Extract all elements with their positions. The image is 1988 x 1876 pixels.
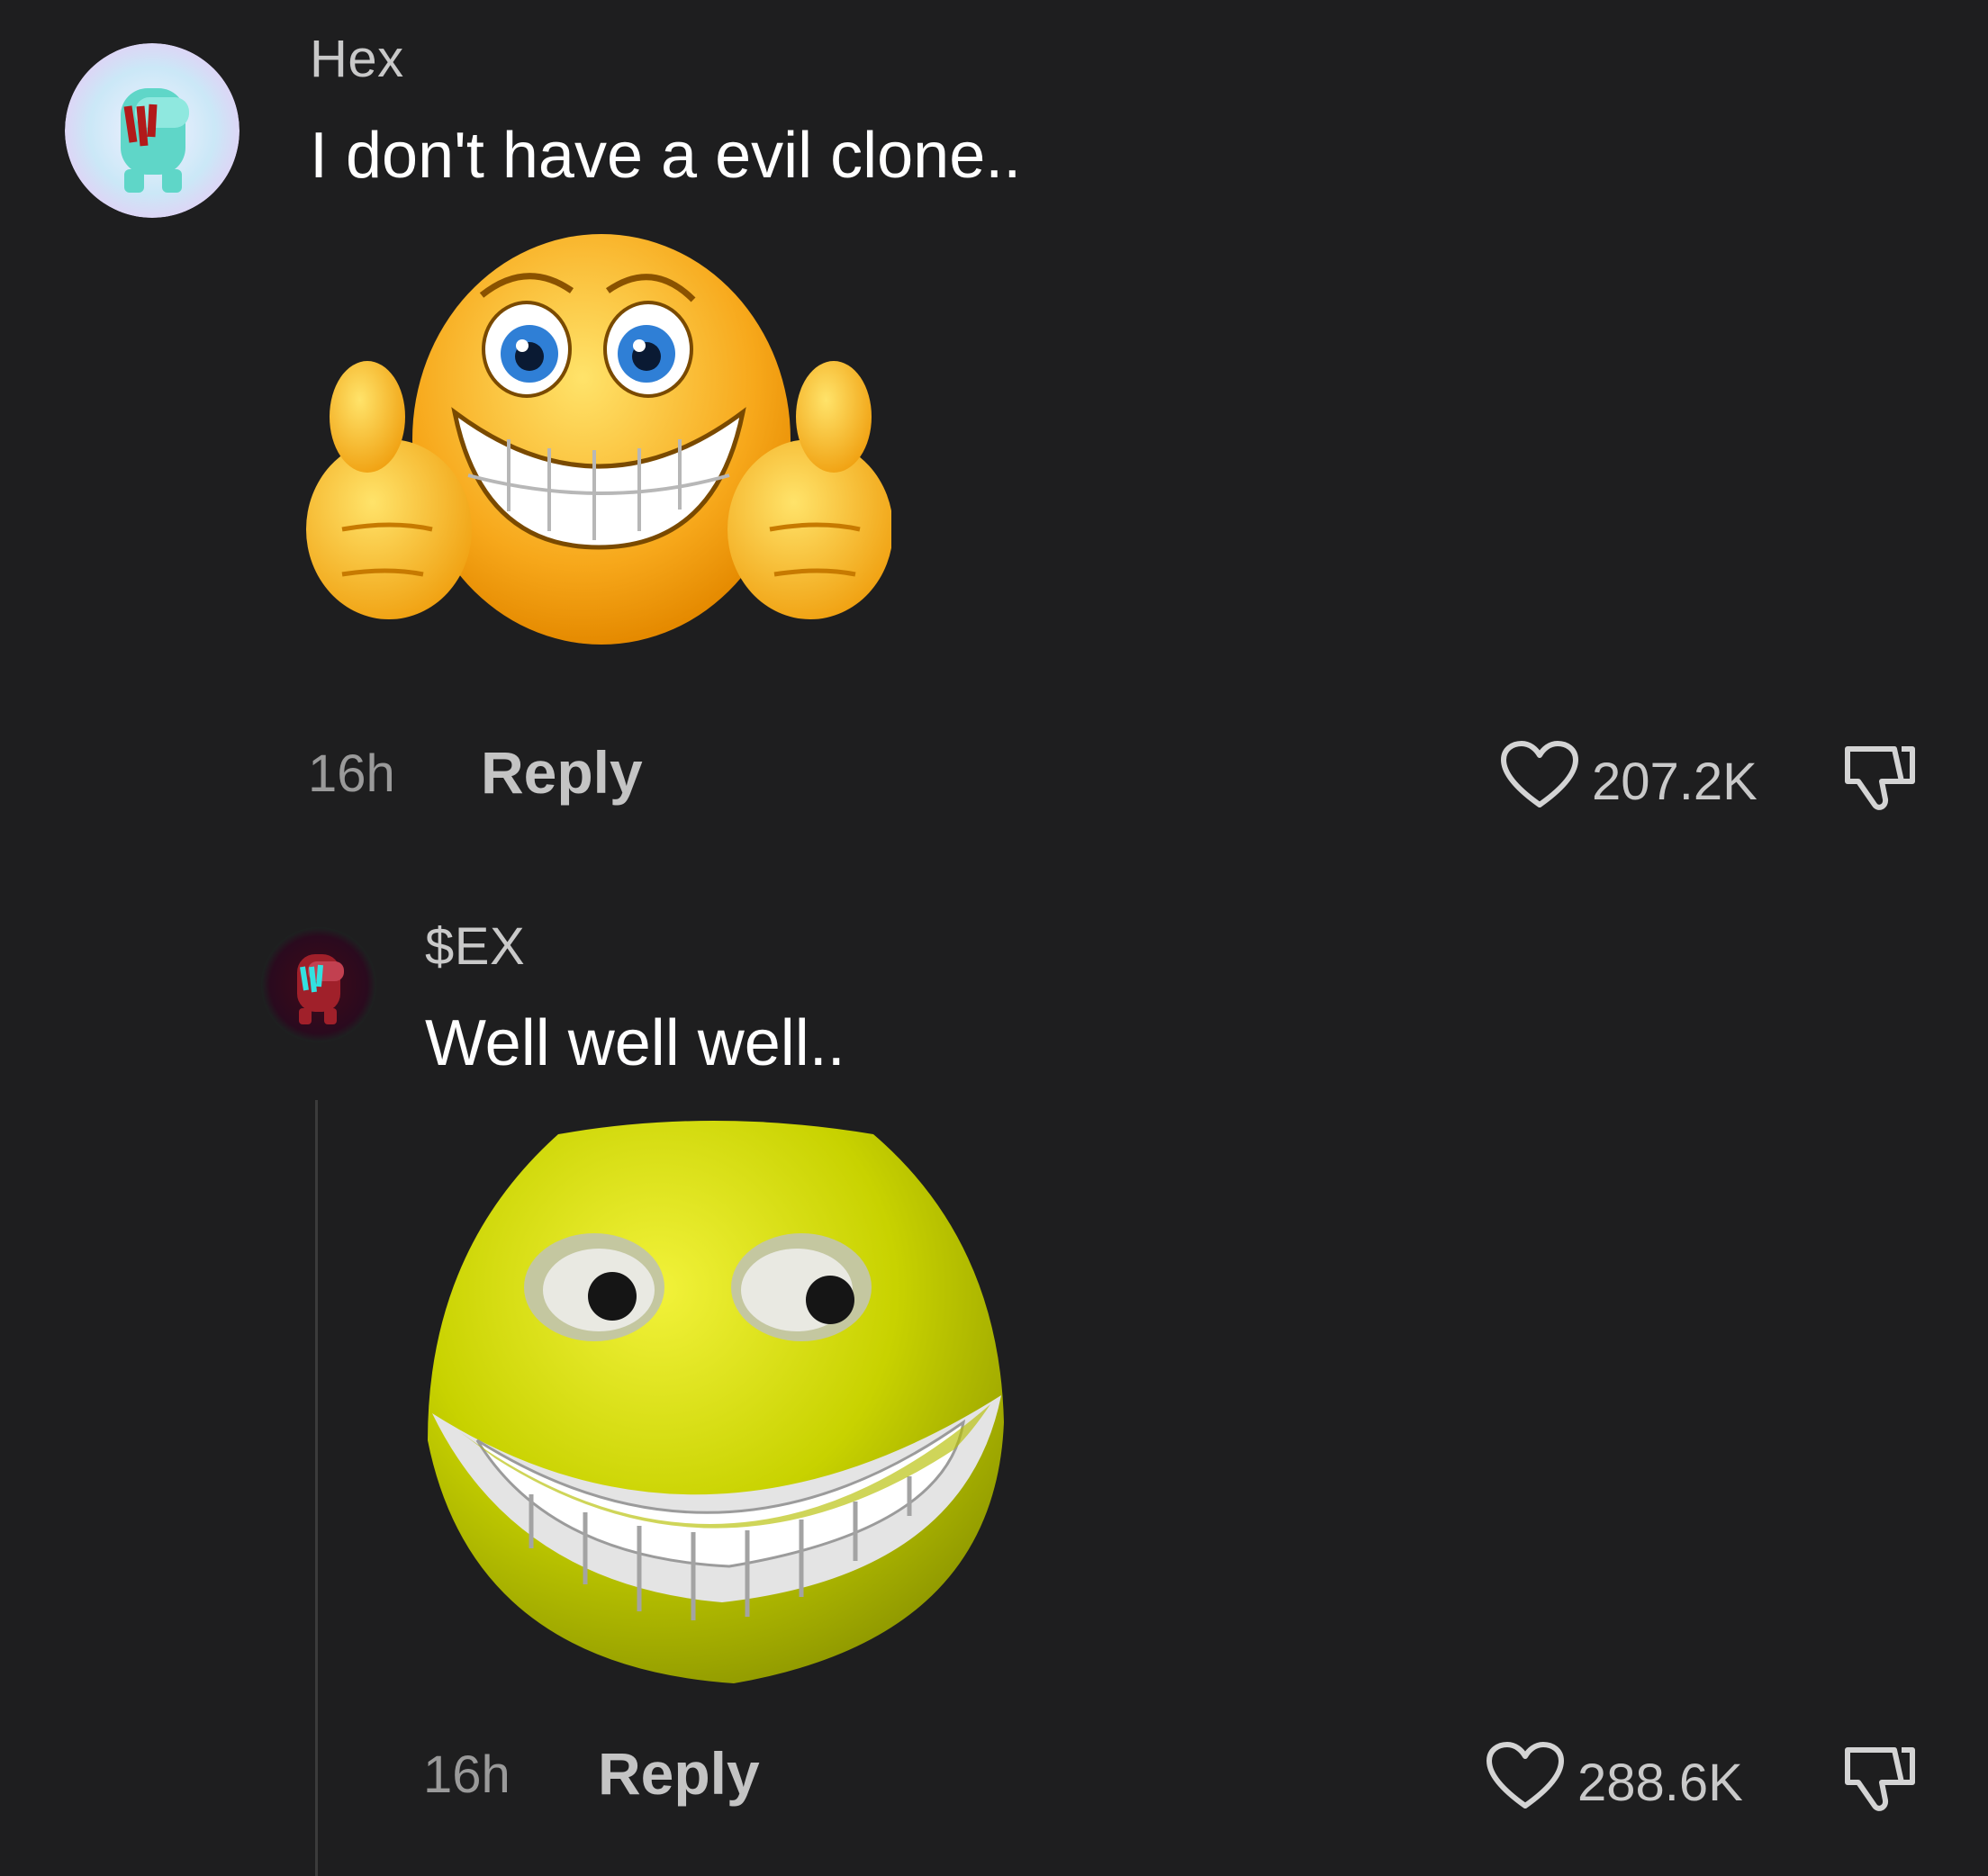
comment-text: I don't have a evil clone.. — [310, 120, 1022, 192]
dislike-button-icon[interactable] — [1839, 738, 1925, 822]
heart-icon — [1500, 740, 1579, 823]
like-button[interactable]: 207.2K — [1500, 740, 1758, 823]
username[interactable]: Hex — [310, 29, 404, 89]
thumbs-up-grin-emoji-icon — [306, 232, 893, 655]
comment-time: 16h — [423, 1745, 511, 1804]
yellow-grin-meme-face-icon — [423, 1116, 1007, 1689]
heart-icon — [1486, 1741, 1565, 1824]
comment-text: Well well well.. — [425, 1007, 845, 1079]
avatar-hex[interactable] — [65, 43, 239, 218]
avatar-sex[interactable] — [261, 927, 376, 1042]
like-button[interactable]: 288.6K — [1486, 1741, 1743, 1824]
dislike-button-icon[interactable] — [1839, 1739, 1925, 1823]
thread-line — [315, 1100, 318, 1876]
like-count: 207.2K — [1592, 752, 1758, 811]
username[interactable]: $EX — [425, 916, 525, 977]
reply-button[interactable]: Reply — [598, 1739, 760, 1808]
reply-button[interactable]: Reply — [481, 738, 643, 807]
like-count: 288.6K — [1577, 1753, 1743, 1812]
comment-time: 16h — [308, 744, 395, 803]
